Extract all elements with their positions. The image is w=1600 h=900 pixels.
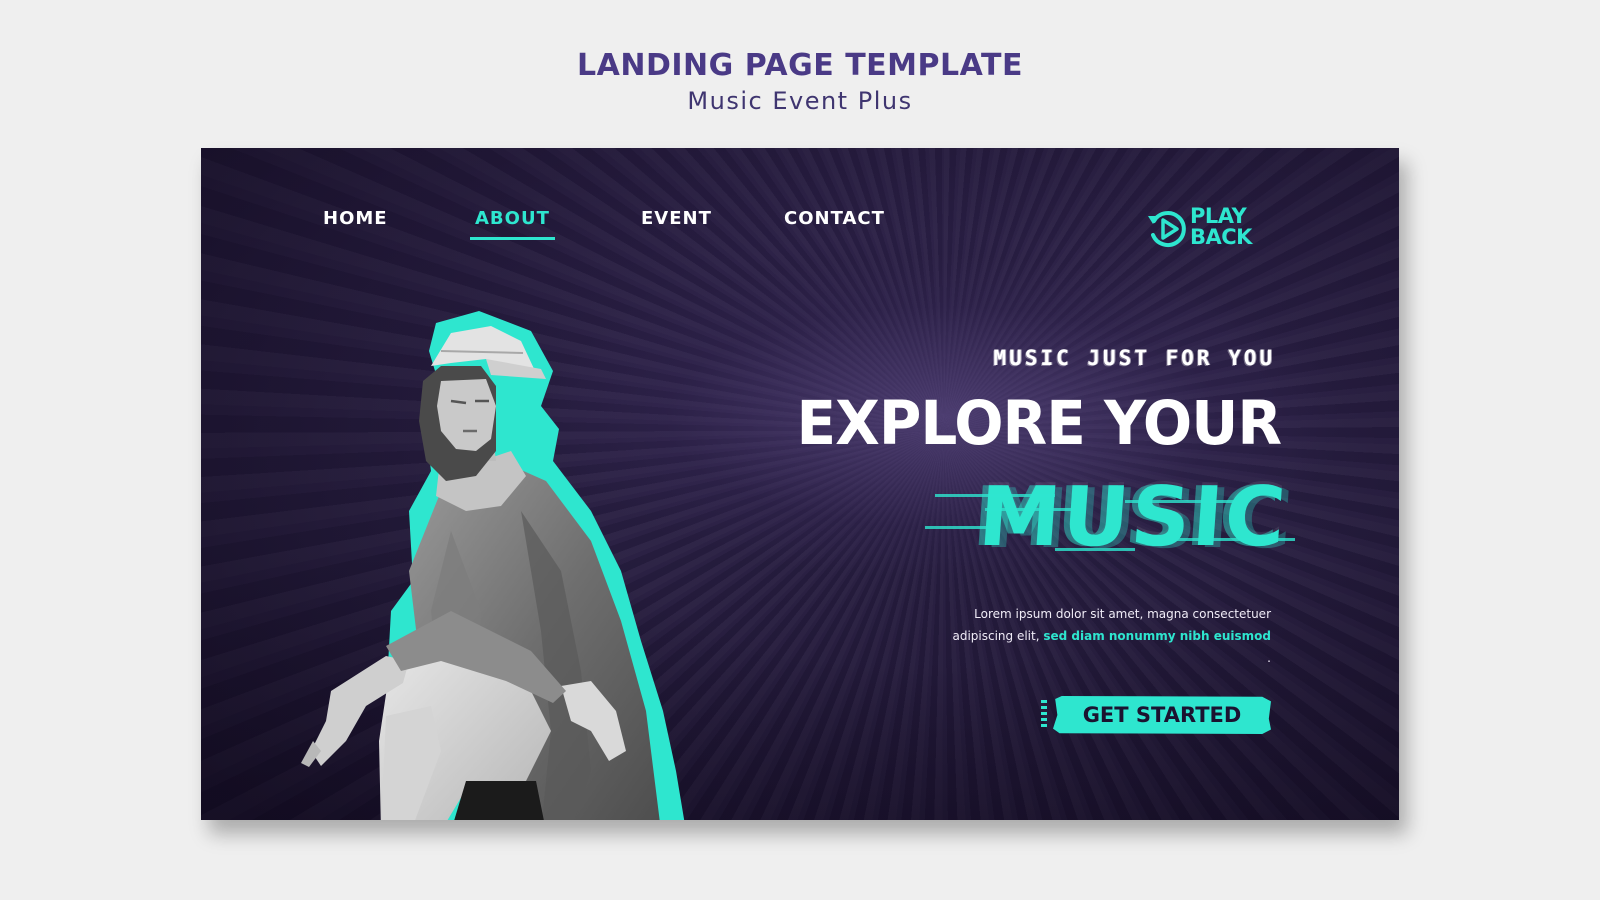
hero-tagline: MUSIC JUST FOR YOU <box>993 346 1275 370</box>
description-highlight: sed diam nonummy nibh euismod <box>1043 629 1271 643</box>
logo-line-1: PLAY <box>1190 204 1247 228</box>
hero-description: Lorem ipsum dolor sit amet, magna consec… <box>951 603 1271 669</box>
logo-text: PLAY BACK <box>1190 206 1252 248</box>
nav-item-contact[interactable]: CONTACT <box>784 208 885 229</box>
hero-headline: EXPLORE YOUR <box>796 387 1282 459</box>
page-title: LANDING PAGE TEMPLATE <box>577 48 1023 83</box>
nav-item-about[interactable]: ABOUT <box>470 208 555 240</box>
nav-item-home[interactable]: HOME <box>323 208 388 229</box>
nav-item-event[interactable]: EVENT <box>641 208 712 229</box>
replay-play-icon <box>1148 211 1186 247</box>
cta-edge-decoration <box>1041 700 1047 730</box>
hero-headline-music: MUSIC <box>975 470 1291 565</box>
description-suffix: . <box>1267 651 1271 665</box>
logo-line-2: BACK <box>1190 225 1252 249</box>
page-subtitle: Music Event Plus <box>687 87 913 115</box>
page-header: LANDING PAGE TEMPLATE Music Event Plus <box>0 48 1600 115</box>
hero-person-cutout <box>301 311 685 820</box>
playback-logo[interactable]: PLAY BACK <box>1146 204 1276 254</box>
landing-card: HOME ABOUT EVENT CONTACT PLAY BACK MUSIC… <box>201 148 1399 820</box>
get-started-button[interactable]: GET STARTED <box>1053 696 1271 734</box>
